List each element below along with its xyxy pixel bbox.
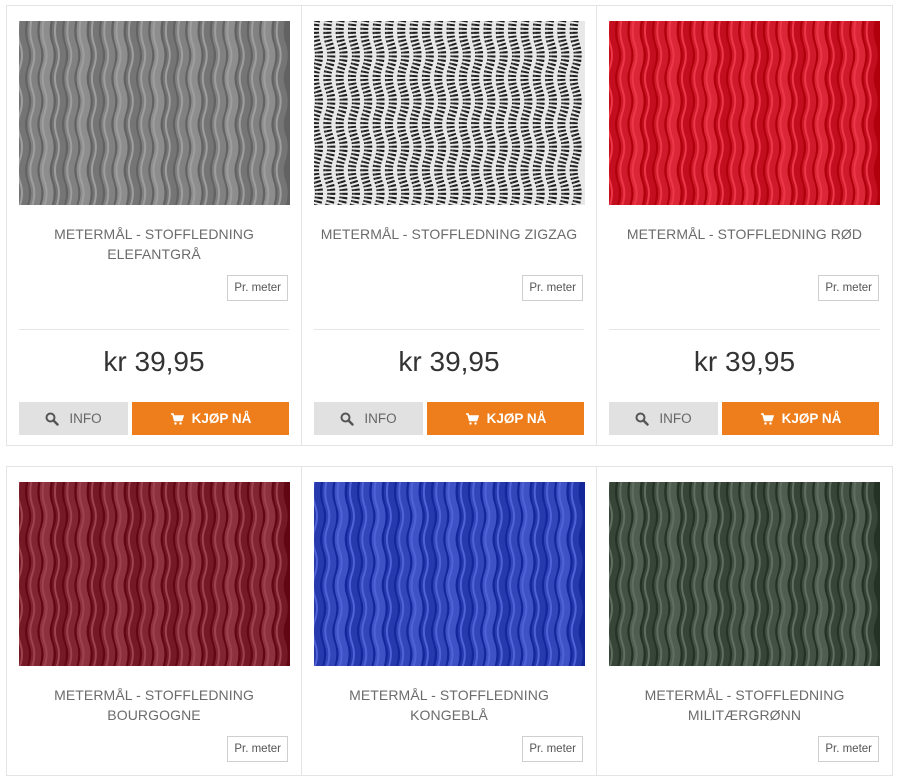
divider (19, 329, 289, 330)
product-price: kr 39,95 (693, 346, 796, 377)
search-icon (635, 412, 650, 426)
unit-badge: Pr. meter (522, 736, 583, 762)
product-title[interactable]: METERMÅL - STOFFLEDNING RØD (613, 224, 876, 244)
product-image[interactable] (314, 482, 585, 666)
product-title[interactable]: METERMÅL - STOFFLEDNING ELEFANTGRÅ (23, 224, 285, 264)
search-icon (45, 412, 60, 426)
product-image[interactable] (609, 21, 880, 205)
search-icon (340, 412, 355, 426)
info-label: INFO (69, 411, 102, 426)
buy-button[interactable]: KJØP NÅ (427, 402, 584, 435)
product-row: METERMÅL - STOFFLEDNING ELEFANTGRÅ Pr. m… (6, 5, 893, 446)
info-button[interactable]: INFO (19, 402, 128, 435)
product-row: METERMÅL - STOFFLEDNING BOURGOGNE Pr. me… (6, 466, 893, 776)
cart-icon (760, 412, 774, 426)
info-button[interactable]: INFO (314, 402, 423, 435)
info-label: INFO (659, 411, 692, 426)
product-card: METERMÅL - STOFFLEDNING BOURGOGNE Pr. me… (7, 467, 302, 775)
buy-label: KJØP NÅ (486, 411, 547, 426)
divider (314, 329, 584, 330)
product-card: METERMÅL - STOFFLEDNING ZIGZAG Pr. meter… (302, 6, 597, 445)
buy-label: KJØP NÅ (781, 411, 842, 426)
cart-icon (170, 412, 184, 426)
product-title[interactable]: METERMÅL - STOFFLEDNING KONGEBLÅ (318, 685, 580, 725)
product-card: METERMÅL - STOFFLEDNING ELEFANTGRÅ Pr. m… (7, 6, 302, 445)
product-image[interactable] (19, 21, 290, 205)
product-title[interactable]: METERMÅL - STOFFLEDNING MILITÆRGRØNN (613, 685, 876, 725)
product-image[interactable] (314, 21, 585, 205)
buy-button[interactable]: KJØP NÅ (132, 402, 289, 435)
unit-badge: Pr. meter (818, 736, 879, 762)
product-image[interactable] (609, 482, 880, 666)
product-image[interactable] (19, 482, 290, 666)
info-label: INFO (364, 411, 397, 426)
product-card: METERMÅL - STOFFLEDNING RØD Pr. meter kr… (597, 6, 892, 445)
unit-badge: Pr. meter (227, 275, 288, 301)
cart-icon (465, 412, 479, 426)
product-title[interactable]: METERMÅL - STOFFLEDNING ZIGZAG (318, 224, 580, 244)
info-button[interactable]: INFO (609, 402, 718, 435)
product-price: kr 39,95 (398, 346, 500, 377)
unit-badge: Pr. meter (522, 275, 583, 301)
product-title[interactable]: METERMÅL - STOFFLEDNING BOURGOGNE (23, 685, 285, 725)
divider (609, 329, 880, 330)
product-price: kr 39,95 (103, 346, 205, 377)
buy-label: KJØP NÅ (191, 411, 252, 426)
unit-badge: Pr. meter (227, 736, 288, 762)
product-card: METERMÅL - STOFFLEDNING MILITÆRGRØNN Pr.… (597, 467, 892, 775)
product-card: METERMÅL - STOFFLEDNING KONGEBLÅ Pr. met… (302, 467, 597, 775)
buy-button[interactable]: KJØP NÅ (722, 402, 879, 435)
unit-badge: Pr. meter (818, 275, 879, 301)
